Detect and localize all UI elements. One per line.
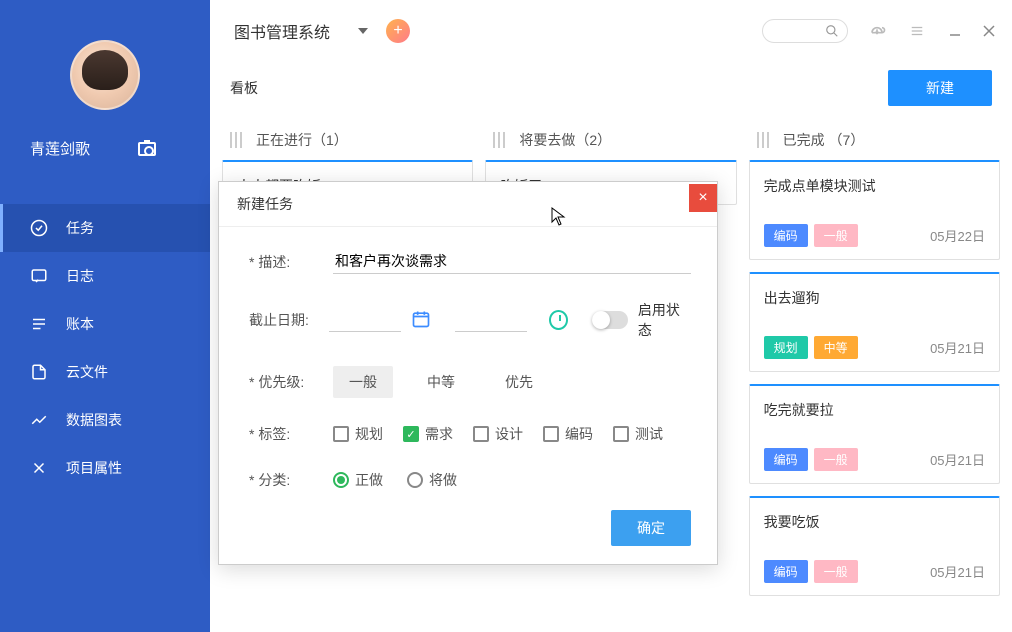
tag-badge: 编码 [764, 224, 808, 247]
nav-label: 数据图表 [66, 410, 122, 430]
add-button[interactable]: + [386, 19, 410, 43]
tag-planning-checkbox[interactable]: 规划 [333, 424, 383, 444]
new-task-modal: 新建任务 × 描述: 截止日期: 启用状态 优先级: 一般 中等 优先 标签: … [218, 181, 718, 565]
search-icon [825, 24, 839, 38]
clock-icon[interactable] [549, 310, 568, 330]
modal-title: 新建任务 [237, 194, 293, 214]
card-date: 05月21日 [930, 562, 985, 581]
task-card[interactable]: 吃完就要拉 编码 一般 05月21日 [749, 384, 1000, 484]
task-card[interactable]: 我要吃饭 编码 一般 05月21日 [749, 496, 1000, 596]
nav-label: 日志 [66, 266, 94, 286]
grip-icon[interactable] [493, 132, 505, 148]
chat-icon [30, 267, 48, 285]
description-input[interactable] [333, 249, 691, 274]
card-date: 05月22日 [930, 226, 985, 245]
topbar: 图书管理系统 + [210, 0, 1012, 62]
tag-requirement-checkbox[interactable]: ✓需求 [403, 424, 453, 444]
nav-charts[interactable]: 数据图表 [0, 396, 210, 444]
tag-design-checkbox[interactable]: 设计 [473, 424, 523, 444]
tag-badge: 编码 [764, 448, 808, 471]
nav-label: 云文件 [66, 362, 108, 382]
sync-icon[interactable] [866, 20, 888, 42]
check-circle-icon [30, 219, 48, 237]
enable-label: 启用状态 [638, 300, 691, 340]
desc-label: 描述: [249, 252, 333, 272]
task-card[interactable]: 出去遛狗 规划 中等 05月21日 [749, 272, 1000, 372]
card-date: 05月21日 [930, 338, 985, 357]
tag-badge: 一般 [814, 560, 858, 583]
column-title: 将要去做（2） [519, 130, 611, 150]
tags-label: 标签: [249, 424, 333, 444]
username: 青莲剑歌 [30, 138, 90, 159]
nav-label: 账本 [66, 314, 94, 334]
nav-tasks[interactable]: 任务 [0, 204, 210, 252]
enable-toggle[interactable] [592, 311, 628, 329]
card-title: 我要吃饭 [764, 512, 985, 532]
priority-label: 优先级: [249, 372, 333, 392]
column-title: 正在进行（1） [256, 130, 348, 150]
card-date: 05月21日 [930, 450, 985, 469]
sidebar: 青莲剑歌 任务 日志 账本 云文件 数据图表 [0, 0, 210, 632]
grip-icon[interactable] [230, 132, 242, 148]
camera-icon[interactable] [138, 142, 156, 156]
nav-label: 任务 [66, 218, 94, 238]
project-name: 图书管理系统 [234, 19, 330, 43]
tag-testing-checkbox[interactable]: 测试 [613, 424, 663, 444]
close-icon[interactable]: × [689, 184, 717, 212]
calendar-icon[interactable] [411, 309, 431, 332]
close-button[interactable] [982, 24, 996, 38]
priority-normal[interactable]: 一般 [333, 366, 393, 398]
nav-cloud-files[interactable]: 云文件 [0, 348, 210, 396]
time-input[interactable] [455, 308, 527, 332]
card-title: 完成点单模块测试 [764, 176, 985, 196]
project-dropdown[interactable]: 图书管理系统 [234, 19, 368, 43]
date-input[interactable] [329, 308, 401, 332]
chart-icon [30, 411, 48, 429]
tag-badge: 一般 [814, 448, 858, 471]
tag-badge: 中等 [814, 336, 858, 359]
tag-coding-checkbox[interactable]: 编码 [543, 424, 593, 444]
category-todo-radio[interactable]: 将做 [407, 470, 457, 490]
file-icon [30, 363, 48, 381]
confirm-button[interactable]: 确定 [611, 510, 691, 546]
card-title: 吃完就要拉 [764, 400, 985, 420]
column-header-todo: 将要去做（2） [485, 120, 736, 160]
column-header-doing: 正在进行（1） [222, 120, 473, 160]
ledger-icon [30, 315, 48, 333]
avatar[interactable] [70, 40, 140, 110]
nav-ledger[interactable]: 账本 [0, 300, 210, 348]
hamburger-icon[interactable] [906, 20, 928, 42]
category-doing-radio[interactable]: 正做 [333, 470, 383, 490]
minimize-button[interactable] [948, 24, 962, 38]
priority-high[interactable]: 优先 [489, 366, 549, 398]
tag-badge: 一般 [814, 224, 858, 247]
card-title: 出去遛狗 [764, 288, 985, 308]
tag-badge: 规划 [764, 336, 808, 359]
nav-label: 项目属性 [66, 458, 122, 478]
page-title: 看板 [230, 78, 258, 98]
search-input[interactable] [762, 19, 848, 43]
category-label: 分类: [249, 470, 333, 490]
column-header-done: 已完成 （7） [749, 120, 1000, 160]
nav-logs[interactable]: 日志 [0, 252, 210, 300]
grip-icon[interactable] [757, 132, 769, 148]
chevron-down-icon [358, 28, 368, 34]
task-card[interactable]: 完成点单模块测试 编码 一般 05月22日 [749, 160, 1000, 260]
tag-badge: 编码 [764, 560, 808, 583]
tools-icon [30, 459, 48, 477]
nav-project-props[interactable]: 项目属性 [0, 444, 210, 492]
priority-medium[interactable]: 中等 [411, 366, 471, 398]
deadline-label: 截止日期: [249, 310, 329, 330]
column-title: 已完成 （7） [783, 130, 865, 150]
new-task-button[interactable]: 新建 [888, 70, 992, 106]
